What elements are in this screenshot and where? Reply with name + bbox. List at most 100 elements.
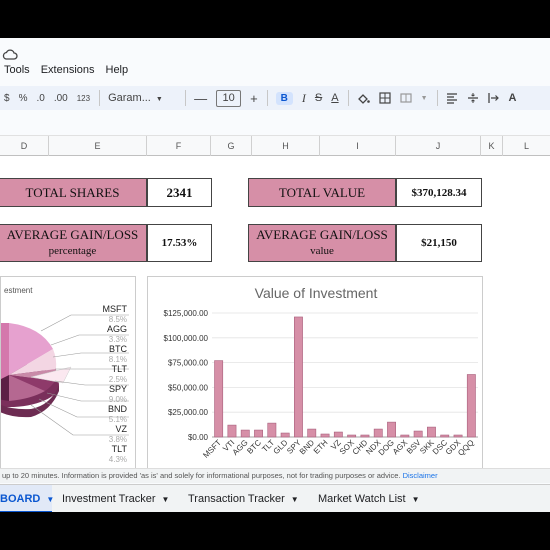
tab-transaction-tracker[interactable]: Transaction Tracker ▼ (188, 485, 299, 512)
pie-chart[interactable]: estment MSFT 8.5% AGG 3.3% BTC 8.1% TLT … (0, 276, 136, 476)
bar (440, 434, 450, 438)
toolbar-divider (185, 90, 187, 106)
column-headers: D E F G H I J K L (0, 136, 550, 156)
align-left-icon[interactable] (446, 92, 458, 104)
label-line-1: AVERAGE GAIN/LOSS (256, 227, 388, 242)
column-header-g[interactable]: G (210, 136, 251, 156)
bar-chart-canvas: Value of Investment $0.00 $25,000.00 $50,0… (164, 285, 478, 460)
pie-legend-label: MSFT (103, 304, 128, 314)
menu-tools[interactable]: Tools (4, 64, 30, 82)
chart-bars (214, 316, 476, 438)
y-tick-label: $125,000.00 (164, 309, 209, 318)
disclaimer-link[interactable]: Disclaimer (403, 471, 438, 480)
bar (280, 432, 290, 438)
increase-decimal-button[interactable]: .00 (54, 93, 68, 104)
chevron-down-icon: ▼ (420, 94, 428, 102)
toolbar-divider (347, 90, 349, 106)
format-percent-button[interactable]: % (19, 93, 28, 104)
bar (453, 434, 463, 438)
label-line-1: AVERAGE GAIN/LOSS (6, 227, 139, 242)
toolbar: $ % .0 .00 123 Garam... ▼ — 10 + B I S A … (0, 86, 550, 110)
label-line-2: value (310, 245, 334, 257)
sheet-grid[interactable]: TOTAL SHARES 2341 TOTAL VALUE $370,128.3… (0, 156, 550, 476)
column-header-i[interactable]: I (319, 136, 395, 156)
pie-legend-label: TLT (112, 364, 128, 374)
pie-legend-label: BTC (109, 344, 128, 354)
font-select[interactable]: Garam... ▼ (108, 92, 176, 104)
pie-legend-label: VZ (115, 424, 127, 434)
bold-button[interactable]: B (275, 91, 293, 105)
borders-icon[interactable] (378, 92, 391, 104)
bar (400, 434, 410, 438)
total-shares-value: 2341 (147, 178, 212, 207)
font-size-input[interactable]: 10 (216, 89, 242, 107)
column-header-k[interactable]: K (480, 136, 502, 156)
bar (333, 431, 343, 438)
pie-legend: MSFT 8.5% AGG 3.3% BTC 8.1% TLT 2.5% SPY… (103, 304, 128, 464)
formula-bar[interactable] (0, 110, 550, 136)
chart-title: Value of Investment (255, 285, 378, 301)
tab-label: Market Watch List (318, 493, 406, 505)
toolbar-divider (99, 90, 101, 106)
pie-slices (1, 323, 72, 418)
vertical-align-icon[interactable] (467, 92, 479, 104)
increase-font-size-button[interactable]: + (250, 91, 258, 106)
pie-legend-label: BND (108, 404, 128, 414)
tab-label: Transaction Tracker (188, 493, 285, 505)
disclaimer-text: up to 20 minutes. Information is provide… (2, 471, 401, 480)
spreadsheet-window: Tools Extensions Help $ % .0 .00 123 Gar… (0, 38, 550, 512)
x-tick-label: QQQ (456, 438, 476, 458)
bar (373, 428, 383, 438)
pie-legend-label: AGG (107, 324, 127, 334)
menu-extensions[interactable]: Extensions (41, 64, 95, 82)
pie-legend-pct: 8.5% (109, 315, 127, 324)
tab-market-watch-list[interactable]: Market Watch List ▼ (318, 485, 420, 512)
column-header-e[interactable]: E (48, 136, 146, 156)
more-formats-button[interactable]: 123 (77, 94, 90, 103)
text-wrap-icon[interactable] (487, 92, 500, 104)
bar (347, 434, 357, 438)
column-header-f[interactable]: F (146, 136, 210, 156)
bar (466, 374, 476, 438)
bar (227, 424, 237, 438)
bar (413, 430, 423, 438)
bar (254, 429, 263, 438)
tab-investment-tracker[interactable]: Investment Tracker ▼ (62, 485, 169, 512)
pie-legend-pct: 2.5% (109, 375, 127, 384)
y-tick-label: $0.00 (188, 433, 209, 442)
strikethrough-button[interactable]: S (315, 92, 322, 104)
chevron-down-icon: ▼ (46, 495, 55, 504)
pie-legend-pct: 8.1% (109, 355, 127, 364)
bar-chart[interactable]: Value of Investment $0.00 $25,000.00 $50,0… (147, 276, 483, 476)
average-gain-loss-value-label: AVERAGE GAIN/LOSS value (248, 224, 396, 262)
column-header-d[interactable]: D (0, 136, 48, 156)
merge-cells-icon[interactable] (399, 92, 412, 104)
menu-bar: Tools Extensions Help (0, 64, 139, 82)
label-line-2: percentage (48, 245, 97, 257)
y-tick-label: $75,000.00 (168, 359, 209, 368)
y-tick-label: $25,000.00 (168, 408, 209, 417)
italic-button[interactable]: I (302, 91, 306, 106)
format-currency-button[interactable]: $ (4, 93, 10, 104)
sheet-tabs-bar: BOARD ▼ Investment Tracker ▼ Transaction T… (0, 484, 550, 512)
tab-dashboard[interactable]: BOARD ▼ (0, 485, 55, 512)
menu-help[interactable]: Help (106, 64, 129, 82)
pie-legend-pct: 4.3% (109, 455, 127, 464)
pie-legend-pct: 9.0% (109, 395, 127, 404)
chevron-down-icon: ▼ (290, 495, 299, 504)
text-color-button[interactable]: A (331, 92, 338, 104)
total-shares-label: TOTAL SHARES (0, 178, 147, 207)
fill-color-icon[interactable] (357, 92, 370, 105)
bar (307, 428, 317, 438)
tab-label: BOARD (0, 493, 41, 505)
decrease-decimal-button[interactable]: .0 (36, 93, 44, 104)
chevron-down-icon: ▼ (155, 96, 163, 103)
disclaimer-bar: up to 20 minutes. Information is provide… (0, 468, 550, 483)
bar (427, 426, 436, 438)
column-header-h[interactable]: H (251, 136, 319, 156)
column-header-l[interactable]: L (502, 136, 550, 156)
column-header-j[interactable]: J (395, 136, 480, 156)
decrease-font-size-button[interactable]: — (194, 91, 207, 106)
bar (267, 422, 277, 438)
text-rotation-icon[interactable]: A (509, 92, 517, 104)
